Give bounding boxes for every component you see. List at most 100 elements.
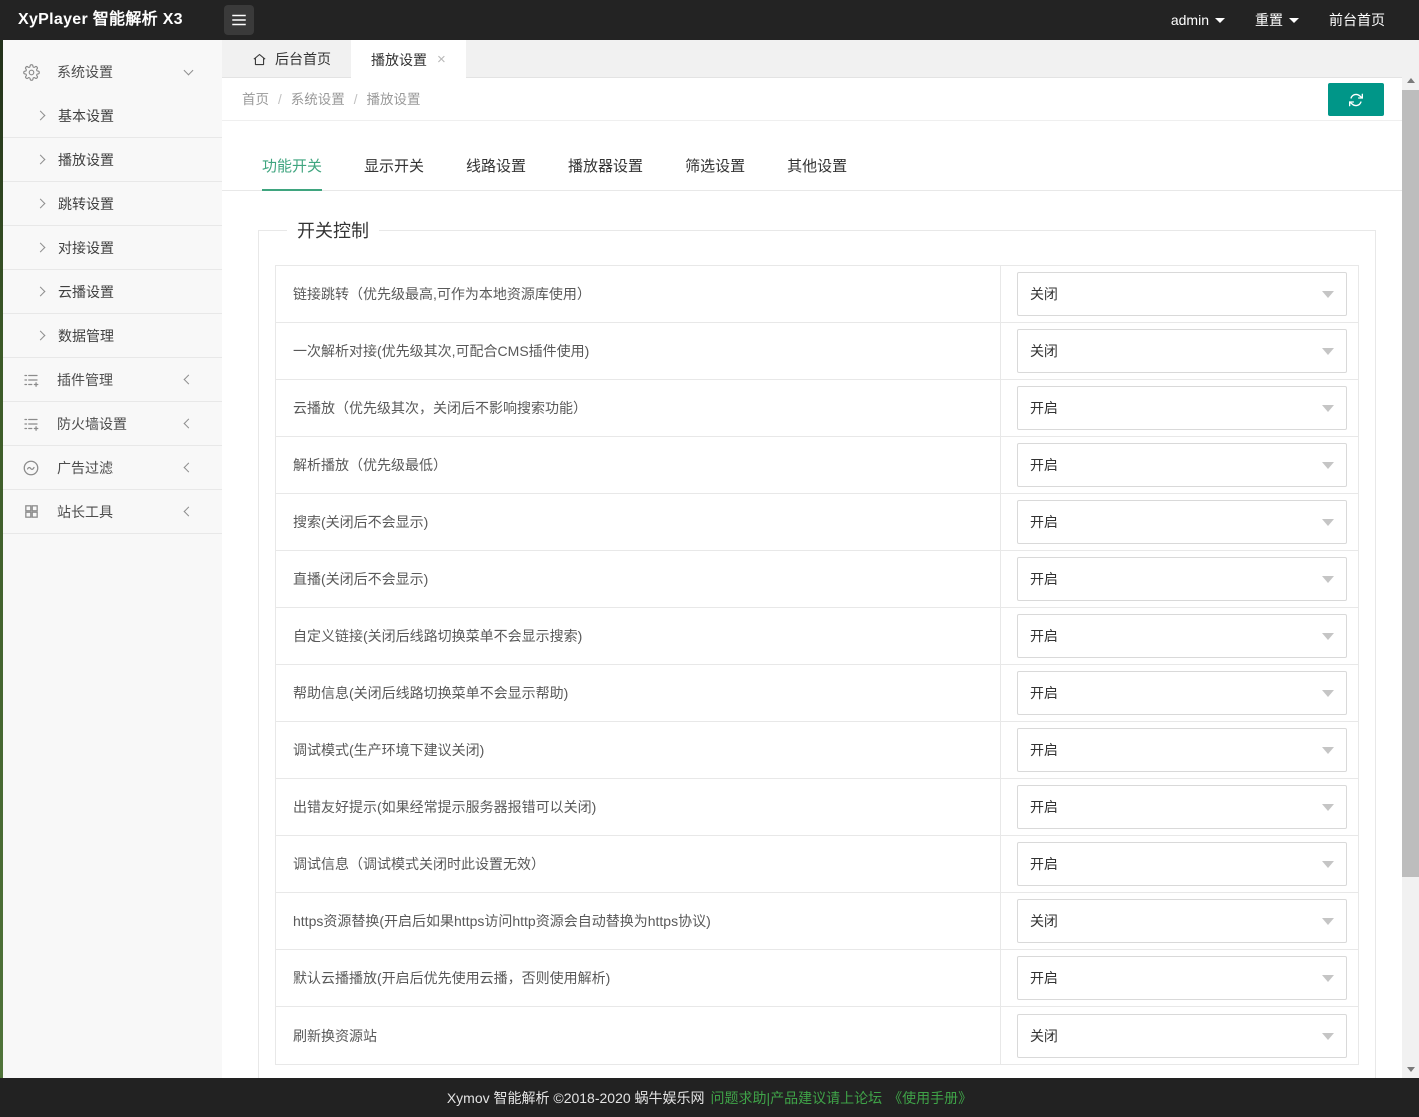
sidebar-item-基本设置[interactable]: 基本设置 (0, 94, 222, 138)
settings-tab-筛选设置[interactable]: 筛选设置 (685, 155, 745, 189)
sidebar-group-plugins[interactable]: 插件管理 (0, 358, 222, 402)
setting-value-cell: 开启 (1001, 950, 1358, 1006)
sidebar-item-对接设置[interactable]: 对接设置 (0, 226, 222, 270)
chevron-right-icon (36, 111, 46, 121)
tab-label: 播放设置 (371, 41, 427, 79)
footer-manual-link[interactable]: 《使用手册》 (888, 1088, 972, 1108)
setting-select[interactable]: 开启 (1017, 386, 1347, 430)
setting-select-value: 关闭 (1030, 284, 1058, 304)
caret-down-icon (1322, 291, 1334, 298)
setting-label: 默认云播播放(开启后优先使用云播，否则使用解析) (276, 950, 1001, 1006)
setting-select-value: 开启 (1030, 455, 1058, 475)
setting-select-value: 开启 (1030, 854, 1058, 874)
refresh-icon (1348, 92, 1364, 108)
setting-select-value: 关闭 (1030, 1026, 1058, 1046)
chevron-left-icon (184, 507, 194, 517)
settings-tab-其他设置[interactable]: 其他设置 (787, 155, 847, 189)
settings-table: 链接跳转（优先级最高,可作为本地资源库使用）关闭一次解析对接(优先级其次,可配合… (275, 265, 1359, 1065)
reset-dropdown[interactable]: 重置 (1255, 10, 1299, 30)
reset-label: 重置 (1255, 10, 1283, 30)
front-home-link[interactable]: 前台首页 (1329, 10, 1385, 30)
breadcrumb-item[interactable]: 系统设置 (291, 92, 345, 107)
sidebar-group-label: 站长工具 (57, 502, 113, 522)
close-icon[interactable]: × (437, 41, 446, 79)
setting-select[interactable]: 关闭 (1017, 329, 1347, 373)
sidebar-item-跳转设置[interactable]: 跳转设置 (0, 182, 222, 226)
scrollbar[interactable] (1402, 72, 1419, 1078)
setting-label: 自定义链接(关闭后线路切换菜单不会显示搜索) (276, 608, 1001, 664)
settings-tab-功能开关[interactable]: 功能开关 (262, 155, 322, 191)
setting-value-cell: 开启 (1001, 779, 1358, 835)
caret-down-icon (1322, 861, 1334, 868)
sidebar-item-播放设置[interactable]: 播放设置 (0, 138, 222, 182)
chevron-down-icon (1289, 18, 1299, 23)
window-edge-strip (0, 40, 3, 1078)
setting-label: 解析播放（优先级最低） (276, 437, 1001, 493)
setting-label: 帮助信息(关闭后线路切换菜单不会显示帮助) (276, 665, 1001, 721)
setting-select[interactable]: 开启 (1017, 443, 1347, 487)
setting-row: 直播(关闭后不会显示)开启 (276, 551, 1358, 608)
user-dropdown[interactable]: admin (1171, 12, 1225, 28)
sidebar-item-云播设置[interactable]: 云播设置 (0, 270, 222, 314)
sidebar-group-label: 系统设置 (57, 62, 113, 82)
sidebar-toggle-button[interactable] (224, 5, 254, 35)
setting-select[interactable]: 开启 (1017, 500, 1347, 544)
sidebar-item-label: 数据管理 (58, 326, 114, 346)
setting-label: 调试模式(生产环境下建议关闭) (276, 722, 1001, 778)
scroll-up-button[interactable] (1402, 72, 1419, 89)
switch-control-panel: 开关控制 链接跳转（优先级最高,可作为本地资源库使用）关闭一次解析对接(优先级其… (258, 217, 1376, 1078)
setting-row: 一次解析对接(优先级其次,可配合CMS插件使用)关闭 (276, 323, 1358, 380)
setting-select[interactable]: 开启 (1017, 557, 1347, 601)
caret-down-icon (1322, 690, 1334, 697)
setting-value-cell: 关闭 (1001, 323, 1358, 379)
chevron-right-icon (36, 155, 46, 165)
setting-select[interactable]: 关闭 (1017, 272, 1347, 316)
setting-select[interactable]: 开启 (1017, 614, 1347, 658)
settings-tab-显示开关[interactable]: 显示开关 (364, 155, 424, 189)
tab-dashboard[interactable]: 后台首页 (232, 40, 351, 78)
sidebar-group-firewall[interactable]: 防火墙设置 (0, 402, 222, 446)
filter-circle-icon (22, 459, 40, 477)
setting-value-cell: 开启 (1001, 608, 1358, 664)
setting-label: 调试信息（调试模式关闭时此设置无效） (276, 836, 1001, 892)
setting-select[interactable]: 关闭 (1017, 899, 1347, 943)
breadcrumb-item[interactable]: 首页 (242, 92, 269, 107)
setting-select[interactable]: 关闭 (1017, 1014, 1347, 1058)
scroll-thumb[interactable] (1402, 90, 1419, 877)
footer-help-link[interactable]: 问题求助|产品建议请上论坛 (711, 1088, 883, 1108)
sidebar-item-label: 云播设置 (58, 282, 114, 302)
setting-select-value: 关闭 (1030, 341, 1058, 361)
sidebar-group-ad-filter[interactable]: 广告过滤 (0, 446, 222, 490)
setting-select[interactable]: 开启 (1017, 956, 1347, 1000)
sidebar-item-数据管理[interactable]: 数据管理 (0, 314, 222, 358)
settings-tab-线路设置[interactable]: 线路设置 (466, 155, 526, 189)
top-header: XyPlayer 智能解析 X3 admin 重置 前台首页 (0, 0, 1419, 40)
setting-row: 云播放（优先级其次，关闭后不影响搜索功能）开启 (276, 380, 1358, 437)
sidebar-group-webmaster-tools[interactable]: 站长工具 (0, 490, 222, 534)
setting-row: 搜索(关闭后不会显示)开启 (276, 494, 1358, 551)
setting-select-value: 开启 (1030, 626, 1058, 646)
setting-value-cell: 开启 (1001, 551, 1358, 607)
sidebar-group-system-settings[interactable]: 系统设置 (0, 50, 222, 94)
setting-select[interactable]: 开启 (1017, 842, 1347, 886)
refresh-button[interactable] (1328, 83, 1384, 116)
setting-select[interactable]: 开启 (1017, 671, 1347, 715)
setting-row: 调试信息（调试模式关闭时此设置无效） 开启 (276, 836, 1358, 893)
setting-select[interactable]: 开启 (1017, 728, 1347, 772)
setting-row: 出错友好提示(如果经常提示服务器报错可以关闭) 开启 (276, 779, 1358, 836)
home-icon (252, 52, 267, 67)
setting-row: 帮助信息(关闭后线路切换菜单不会显示帮助) 开启 (276, 665, 1358, 722)
tab-label: 后台首页 (275, 40, 331, 78)
caret-down-icon (1322, 804, 1334, 811)
gear-icon (22, 63, 40, 81)
scroll-down-button[interactable] (1402, 1061, 1419, 1078)
sidebar-item-label: 对接设置 (58, 238, 114, 258)
setting-select-value: 开启 (1030, 683, 1058, 703)
setting-row: 默认云播播放(开启后优先使用云播，否则使用解析) 开启 (276, 950, 1358, 1007)
setting-value-cell: 开启 (1001, 665, 1358, 721)
setting-select-value: 开启 (1030, 569, 1058, 589)
setting-label: 出错友好提示(如果经常提示服务器报错可以关闭) (276, 779, 1001, 835)
settings-tab-播放器设置[interactable]: 播放器设置 (568, 155, 643, 189)
setting-select[interactable]: 开启 (1017, 785, 1347, 829)
tab-play-settings[interactable]: 播放设置 × (351, 40, 466, 79)
